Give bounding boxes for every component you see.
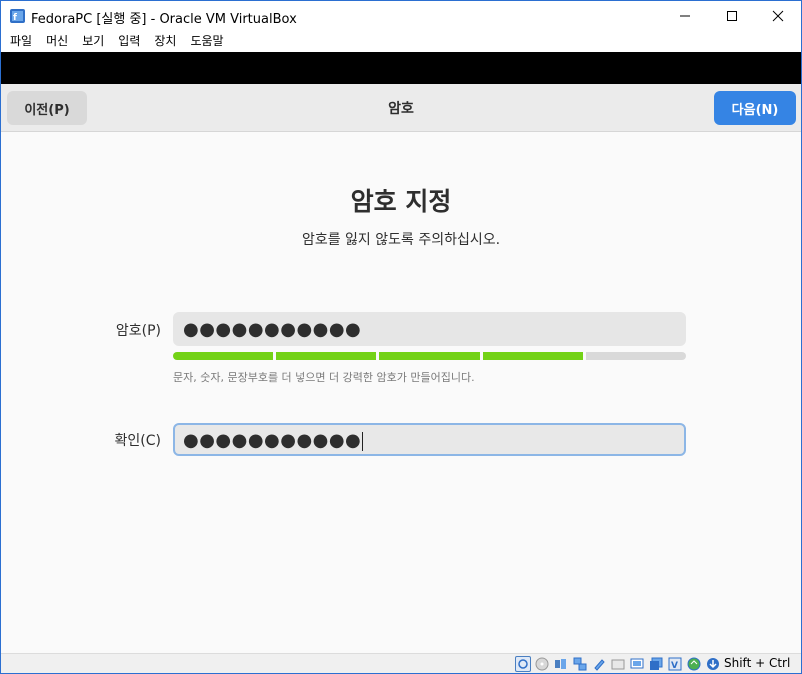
svg-text:V: V	[671, 661, 678, 671]
minimize-button[interactable]	[662, 1, 708, 31]
menu-machine[interactable]: 머신	[39, 31, 75, 52]
password-value: ●●●●●●●●●●●	[183, 319, 362, 340]
strength-segment	[173, 352, 274, 360]
text-caret	[362, 431, 364, 451]
menu-view[interactable]: 보기	[75, 31, 111, 52]
page-title: 암호 지정	[350, 187, 452, 216]
virtualization-icon[interactable]: V	[667, 656, 683, 672]
maximize-icon	[727, 11, 737, 21]
strength-segment	[585, 352, 687, 360]
confirm-password-input[interactable]: ●●●●●●●●●●●	[173, 423, 686, 456]
header-bar: 이전(P) 암호 다음(N)	[1, 84, 801, 132]
virtualbox-app-icon: f	[9, 7, 27, 25]
confirm-label: 확인(C)	[114, 433, 161, 449]
menu-input[interactable]: 입력	[111, 31, 147, 52]
network-icon[interactable]	[572, 656, 588, 672]
host-key-label: Shift + Ctrl	[724, 656, 791, 670]
status-icons: V	[515, 656, 724, 672]
maximize-button[interactable]	[709, 1, 755, 31]
header-title: 암호	[388, 101, 414, 117]
password-input[interactable]: ●●●●●●●●●●●	[173, 312, 686, 346]
usb-icon[interactable]	[591, 656, 607, 672]
audio-icon[interactable]	[553, 656, 569, 672]
menu-help[interactable]: 도움말	[183, 31, 230, 52]
close-icon	[772, 10, 784, 22]
keyboard-capture-icon[interactable]	[705, 656, 721, 672]
strength-segment	[482, 352, 583, 360]
menu-devices[interactable]: 장치	[147, 31, 183, 52]
mouse-integration-icon[interactable]	[686, 656, 702, 672]
optical-drive-icon[interactable]	[534, 656, 550, 672]
menu-file[interactable]: 파일	[3, 31, 39, 52]
strength-segment	[276, 352, 377, 360]
next-button[interactable]: 다음(N)	[714, 91, 796, 125]
confirm-value: ●●●●●●●●●●●	[183, 430, 362, 451]
video-capture-icon[interactable]	[648, 656, 664, 672]
display-icon[interactable]	[629, 656, 645, 672]
hard-disk-icon[interactable]	[515, 656, 531, 672]
status-bar: V Shift + Ctrl	[1, 653, 801, 673]
shared-folders-icon[interactable]	[610, 656, 626, 672]
title-bar[interactable]: f FedoraPC [실행 중] - Oracle VM VirtualBox	[1, 1, 801, 31]
setup-content: 암호 지정 암호를 잃지 않도록 주의하십시오. 암호(P) ●●●●●●●●●…	[1, 132, 801, 653]
virtualbox-window: f FedoraPC [실행 중] - Oracle VM VirtualBox…	[0, 0, 802, 674]
menu-bar: 파일 머신 보기 입력 장치 도움말	[1, 31, 801, 52]
svg-text:f: f	[13, 13, 17, 23]
password-hint: 문자, 숫자, 문장부호를 더 넣으면 더 강력한 암호가 만들어집니다.	[173, 371, 475, 384]
page-subtitle: 암호를 잃지 않도록 주의하십시오.	[301, 232, 501, 248]
strength-segment	[379, 352, 480, 360]
password-strength-bar	[173, 352, 687, 360]
guest-top-bar	[1, 52, 801, 84]
minimize-icon	[680, 15, 690, 17]
close-button[interactable]	[755, 1, 801, 31]
window-title: FedoraPC [실행 중] - Oracle VM VirtualBox	[31, 12, 297, 27]
password-label: 암호(P)	[115, 323, 161, 339]
